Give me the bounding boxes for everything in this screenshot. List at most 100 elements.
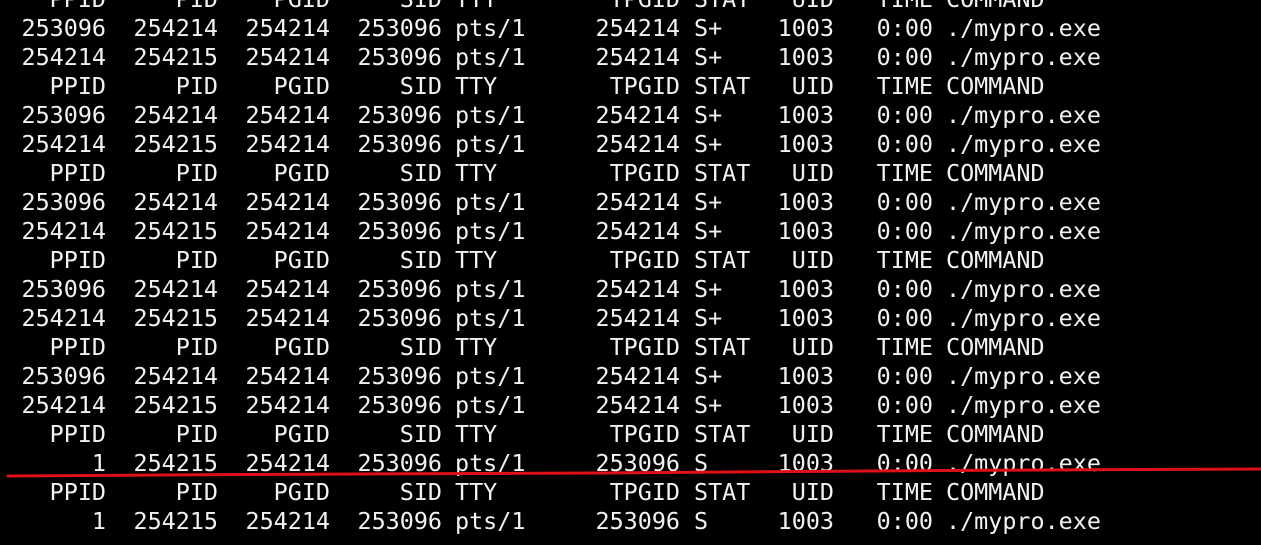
ps-col-stat: STAT [694,333,751,361]
ps-col-tpgid: 254214 [595,14,681,42]
ps-col-pgid: PGID [273,72,330,100]
ps-col-command: COMMAND [946,159,1045,187]
ps-col-tty: pts/1 [455,14,526,42]
ps-process-line: 254214 254215 254214 253096 pts/1 254214 S+ 100… [0,391,1261,420]
ps-col-time: 0:00 [876,275,933,303]
ps-col-uid: 1003 [777,391,834,419]
ps-col-pgid: PGID [273,478,330,506]
ps-col-time: 0:00 [876,362,933,390]
ps-col-ppid: PPID [49,159,106,187]
terminal-output[interactable]: PPID PID PGID SID TTY TPGID STAT UID TIME COMMAND… [0,0,1261,545]
ps-col-sid: 253096 [357,217,443,245]
ps-col-command: ./mypro.exe [946,275,1101,303]
ps-col-pgid: 254214 [245,362,331,390]
ps-col-time: 0:00 [876,391,933,419]
ps-col-pgid: 254214 [245,507,331,535]
ps-process-line: 254214 254215 254214 253096 pts/1 254214 S+ 100… [0,43,1261,72]
ps-col-sid: 253096 [357,362,443,390]
ps-col-pid: 254215 [133,43,219,71]
ps-col-stat: S+ [694,101,723,129]
ps-col-ppid: PPID [49,333,106,361]
ps-process-line: 253096 254214 254214 253096 pts/1 254214 S+ 100… [0,275,1261,304]
ps-col-time: TIME [850,0,933,14]
ps-col-sid: 253096 [357,507,443,535]
ps-col-pid: 254214 [133,362,219,390]
ps-col-sid: 253096 [357,449,443,477]
ps-col-pid: PID [175,420,218,448]
ps-col-ppid: PPID [0,0,106,14]
ps-col-command: COMMAND [946,0,1261,14]
ps-col-pid: 254214 [133,275,219,303]
ps-col-pgid: 254214 [245,101,331,129]
ps-col-tty: TTY [455,333,498,361]
ps-col-sid: SID [399,478,442,506]
ps-col-sid: 253096 [357,130,443,158]
ps-col-ppid: 253096 [21,14,107,42]
ps-col-pgid: 254214 [245,449,331,477]
ps-col-uid: UID [764,0,834,14]
ps-col-tpgid: 253096 [595,449,681,477]
ps-col-pid: 254215 [133,130,219,158]
ps-col-tpgid: 254214 [595,391,681,419]
ps-col-tpgid: 254214 [595,362,681,390]
ps-col-uid: 1003 [777,304,834,332]
ps-col-pid: 254215 [133,304,219,332]
ps-col-pid: 254215 [133,507,219,535]
ps-col-tpgid: 254214 [595,304,681,332]
ps-col-uid: UID [791,478,834,506]
ps-col-stat: S+ [694,275,723,303]
ps-col-sid: 253096 [357,188,443,216]
ps-col-pid: 254215 [133,391,219,419]
ps-col-stat: S+ [694,188,723,216]
ps-process-line: 253096 254214 254214 253096 pts/1 254214 S+ 100… [0,101,1261,130]
ps-col-stat: S+ [694,14,723,42]
ps-col-command: ./mypro.exe [946,217,1101,245]
ps-process-line: 254214 254215 254214 253096 pts/1 254214 S+ 100… [0,217,1261,246]
ps-header-line: PPIDPIDPGIDSIDTTYTPGIDSTATUIDTIMECOMMAND [0,333,1261,362]
ps-col-ppid: 254214 [21,304,107,332]
ps-col-time: TIME [876,246,933,274]
ps-col-pgid: 254214 [245,391,331,419]
ps-col-ppid: 254214 [21,130,107,158]
ps-process-line: 253096 254214 254214 253096 pts/1 254214 S+ 100… [0,362,1261,391]
ps-col-stat: STAT [694,420,751,448]
ps-col-pgid: 254214 [245,14,331,42]
ps-col-tpgid: TPGID [609,478,680,506]
ps-col-sid: 253096 [357,304,443,332]
ps-col-tty: TTY [455,159,498,187]
ps-col-stat: S [694,449,709,477]
ps-col-command: ./mypro.exe [946,449,1101,477]
ps-col-sid: 253096 [357,275,443,303]
ps-col-pgid: 254214 [245,275,331,303]
ps-col-tty: pts/1 [455,391,526,419]
ps-col-sid: SID [399,246,442,274]
ps-col-tty: pts/1 [455,449,526,477]
ps-col-sid: SID [399,420,442,448]
ps-col-time: TIME [876,159,933,187]
ps-header-line: PPIDPIDPGIDSIDTTYTPGIDSTATUIDTIMECOMMAND [0,0,1261,14]
ps-col-tty: pts/1 [455,304,526,332]
ps-col-uid: UID [791,246,834,274]
ps-col-time: 0:00 [876,449,933,477]
ps-col-command: ./mypro.exe [946,188,1101,216]
ps-col-pid: 254215 [133,217,219,245]
ps-col-stat: S+ [694,217,723,245]
ps-col-sid: 253096 [357,14,443,42]
ps-col-ppid: 1 [91,507,106,535]
ps-col-time: 0:00 [876,507,933,535]
ps-col-ppid: 253096 [21,101,107,129]
ps-col-tpgid: 254214 [595,101,681,129]
ps-col-uid: UID [791,333,834,361]
ps-col-pgid: PGID [224,0,330,14]
ps-col-pid: PID [175,159,218,187]
ps-col-command: ./mypro.exe [946,101,1101,129]
ps-process-line: 1 254215 254214 253096 pts/1 253096 S 1003 0:00.… [0,507,1261,536]
ps-col-tty: pts/1 [455,362,526,390]
ps-col-time: TIME [876,72,933,100]
ps-col-sid: 253096 [357,101,443,129]
ps-col-pid: 254214 [133,188,219,216]
ps-col-ppid: 1 [91,449,106,477]
ps-col-pid: PID [175,246,218,274]
ps-col-time: 0:00 [876,304,933,332]
ps-process-line: 253096 254214 254214 253096 pts/1 254214 S+ 100… [0,14,1261,43]
